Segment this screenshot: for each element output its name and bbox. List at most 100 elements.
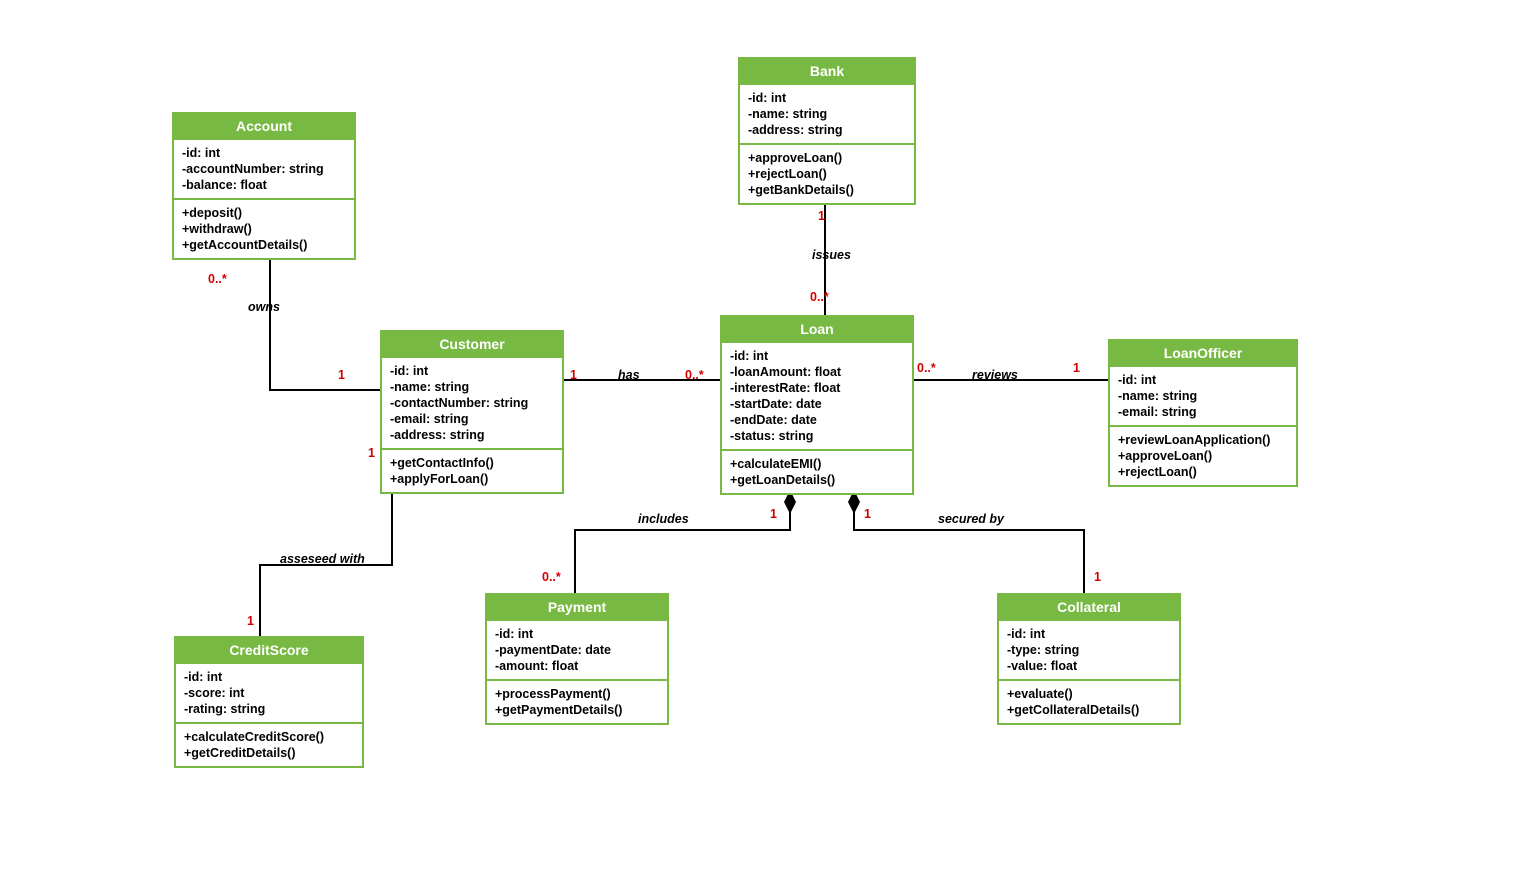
op: +applyForLoan() <box>390 472 554 486</box>
class-creditscore: CreditScore -id: int -score: int -rating… <box>174 636 364 768</box>
class-collateral-title: Collateral <box>999 595 1179 619</box>
attr: -rating: string <box>184 702 354 716</box>
class-loan: Loan -id: int -loanAmount: float -intere… <box>720 315 914 495</box>
rel-has-m2: 0..* <box>685 368 704 382</box>
op: +withdraw() <box>182 222 346 236</box>
op: +approveLoan() <box>1118 449 1288 463</box>
op: +calculateCreditScore() <box>184 730 354 744</box>
attr: -id: int <box>184 670 354 684</box>
rel-reviews-m2: 1 <box>1073 361 1080 375</box>
attr: -id: int <box>730 349 904 363</box>
class-loanofficer-ops: +reviewLoanApplication() +approveLoan() … <box>1110 425 1296 485</box>
class-account-title: Account <box>174 114 354 138</box>
rel-secured-m2: 1 <box>1094 570 1101 584</box>
op: +getCreditDetails() <box>184 746 354 760</box>
op: +reviewLoanApplication() <box>1118 433 1288 447</box>
op: +getContactInfo() <box>390 456 554 470</box>
class-collateral-attrs: -id: int -type: string -value: float <box>999 619 1179 679</box>
attr: -name: string <box>390 380 554 394</box>
rel-includes-label: includes <box>638 512 689 526</box>
line-secured <box>854 490 1084 593</box>
attr: -contactNumber: string <box>390 396 554 410</box>
class-loanofficer: LoanOfficer -id: int -name: string -emai… <box>1108 339 1298 487</box>
op: +getCollateralDetails() <box>1007 703 1171 717</box>
attr: -value: float <box>1007 659 1171 673</box>
class-customer-title: Customer <box>382 332 562 356</box>
class-bank-title: Bank <box>740 59 914 83</box>
op: +deposit() <box>182 206 346 220</box>
class-loanofficer-title: LoanOfficer <box>1110 341 1296 365</box>
class-bank: Bank -id: int -name: string -address: st… <box>738 57 916 205</box>
rel-owns-m2: 1 <box>338 368 345 382</box>
rel-issues-m2: 0..* <box>810 290 829 304</box>
line-owns <box>270 260 380 390</box>
attr: -email: string <box>1118 405 1288 419</box>
attr: -loanAmount: float <box>730 365 904 379</box>
attr: -address: string <box>748 123 906 137</box>
op: +getLoanDetails() <box>730 473 904 487</box>
class-creditscore-attrs: -id: int -score: int -rating: string <box>176 662 362 722</box>
rel-includes-m1: 1 <box>770 507 777 521</box>
attr: -name: string <box>748 107 906 121</box>
op: +processPayment() <box>495 687 659 701</box>
line-includes <box>575 490 790 593</box>
class-loanofficer-attrs: -id: int -name: string -email: string <box>1110 365 1296 425</box>
op: +evaluate() <box>1007 687 1171 701</box>
rel-assessed-m1: 1 <box>368 446 375 460</box>
attr: -paymentDate: date <box>495 643 659 657</box>
rel-reviews-label: reviews <box>972 368 1018 382</box>
attr: -id: int <box>748 91 906 105</box>
attr: -balance: float <box>182 178 346 192</box>
attr: -type: string <box>1007 643 1171 657</box>
attr: -score: int <box>184 686 354 700</box>
rel-issues-m1: 1 <box>818 209 825 223</box>
attr: -address: string <box>390 428 554 442</box>
rel-reviews-m1: 0..* <box>917 361 936 375</box>
class-creditscore-title: CreditScore <box>176 638 362 662</box>
rel-secured-label: secured by <box>938 512 1004 526</box>
diagram-canvas: owns 0..* 1 has 1 0..* issues 1 0..* rev… <box>0 0 1516 872</box>
rel-owns-label: owns <box>248 300 280 314</box>
rel-assessed-label: asseseed with <box>280 552 365 566</box>
rel-secured-m1: 1 <box>864 507 871 521</box>
rel-issues-label: issues <box>812 248 851 262</box>
rel-assessed-m2: 1 <box>247 614 254 628</box>
attr: -id: int <box>1118 373 1288 387</box>
attr: -endDate: date <box>730 413 904 427</box>
attr: -interestRate: float <box>730 381 904 395</box>
class-bank-attrs: -id: int -name: string -address: string <box>740 83 914 143</box>
rel-has-m1: 1 <box>570 368 577 382</box>
class-customer-ops: +getContactInfo() +applyForLoan() <box>382 448 562 492</box>
rel-has-label: has <box>618 368 640 382</box>
class-payment-attrs: -id: int -paymentDate: date -amount: flo… <box>487 619 667 679</box>
rel-owns-m1: 0..* <box>208 272 227 286</box>
attr: -id: int <box>390 364 554 378</box>
op: +getPaymentDetails() <box>495 703 659 717</box>
class-customer-attrs: -id: int -name: string -contactNumber: s… <box>382 356 562 448</box>
op: +calculateEMI() <box>730 457 904 471</box>
op: +rejectLoan() <box>1118 465 1288 479</box>
class-account-attrs: -id: int -accountNumber: string -balance… <box>174 138 354 198</box>
class-bank-ops: +approveLoan() +rejectLoan() +getBankDet… <box>740 143 914 203</box>
attr: -status: string <box>730 429 904 443</box>
class-creditscore-ops: +calculateCreditScore() +getCreditDetail… <box>176 722 362 766</box>
op: +approveLoan() <box>748 151 906 165</box>
rel-includes-m2: 0..* <box>542 570 561 584</box>
class-payment-title: Payment <box>487 595 667 619</box>
class-collateral-ops: +evaluate() +getCollateralDetails() <box>999 679 1179 723</box>
op: +rejectLoan() <box>748 167 906 181</box>
attr: -id: int <box>182 146 346 160</box>
class-loan-title: Loan <box>722 317 912 341</box>
class-account-ops: +deposit() +withdraw() +getAccountDetail… <box>174 198 354 258</box>
class-collateral: Collateral -id: int -type: string -value… <box>997 593 1181 725</box>
class-loan-ops: +calculateEMI() +getLoanDetails() <box>722 449 912 493</box>
attr: -email: string <box>390 412 554 426</box>
op: +getAccountDetails() <box>182 238 346 252</box>
attr: -id: int <box>495 627 659 641</box>
class-payment-ops: +processPayment() +getPaymentDetails() <box>487 679 667 723</box>
op: +getBankDetails() <box>748 183 906 197</box>
attr: -startDate: date <box>730 397 904 411</box>
attr: -name: string <box>1118 389 1288 403</box>
attr: -amount: float <box>495 659 659 673</box>
class-payment: Payment -id: int -paymentDate: date -amo… <box>485 593 669 725</box>
